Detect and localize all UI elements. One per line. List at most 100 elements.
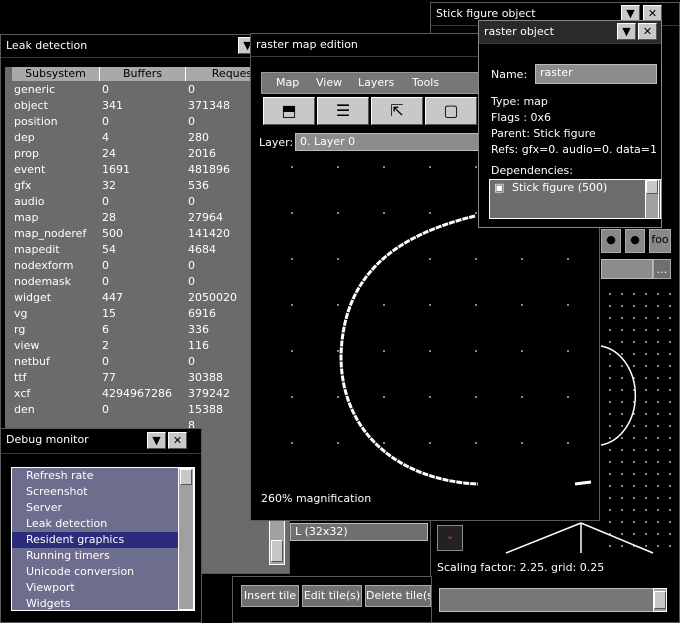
grid-dot [291, 350, 293, 352]
grid-dot [657, 485, 659, 487]
close-icon: ✕ [647, 7, 658, 20]
grid-dot [475, 396, 477, 398]
tile-list-item[interactable]: L (32x32) [295, 525, 348, 538]
stick-field[interactable] [601, 259, 653, 279]
list-item[interactable]: Refresh rate [12, 468, 194, 484]
column-header-subsystem[interactable]: Subsystem [12, 67, 100, 81]
debug-monitor-list[interactable]: Refresh rate Screenshot Server Leak detecti… [11, 467, 195, 611]
object-icon: ▣ [494, 181, 505, 194]
grid-dot [669, 401, 671, 403]
menu-view[interactable]: View [316, 76, 342, 89]
list-item[interactable]: Leak detection [12, 516, 194, 532]
cell-buffers: 32 [102, 179, 116, 192]
toolbar-button-4[interactable]: ▢ [425, 97, 477, 125]
list-item[interactable]: Widgets [12, 596, 194, 610]
cell-requests: 0 [188, 355, 195, 368]
grid-dot [633, 305, 635, 307]
menu-map[interactable]: Map [276, 76, 299, 89]
grid-dot [645, 437, 647, 439]
list-item[interactable]: Viewport [12, 580, 194, 596]
browse-button[interactable]: ... [653, 259, 671, 279]
grid-dot [657, 317, 659, 319]
circle-tool-icon: ● [606, 233, 616, 246]
stick-bottom-scroll[interactable] [653, 588, 667, 612]
chevron-down-icon: ▼ [152, 434, 161, 447]
cell-requests: 536 [188, 179, 209, 192]
insert-tile-button[interactable]: Insert tile [241, 585, 299, 607]
cell-subsystem: audio [14, 195, 45, 208]
close-button[interactable]: ✕ [168, 432, 187, 449]
grid-dot [609, 365, 611, 367]
leak-detection-titlebar[interactable]: Leak detection ▼ [1, 35, 289, 58]
debug-scrollbar[interactable] [178, 468, 194, 610]
leg-line-right [580, 522, 654, 554]
cell-subsystem: xcf [14, 387, 31, 400]
grid-dot [633, 437, 635, 439]
grid-dot [633, 509, 635, 511]
type-info: Type: map [491, 95, 548, 108]
delete-tiles-button[interactable]: Delete tile(s) [365, 585, 431, 607]
dependencies-scroll-thumb[interactable] [646, 180, 658, 194]
minimize-button[interactable]: ▼ [617, 23, 636, 40]
raster-object-window: raster object ▼ ✕ Name: raster Type: map… [478, 20, 662, 228]
list-item[interactable]: Server [12, 500, 194, 516]
edit-tiles-button[interactable]: Edit tile(s) [302, 585, 362, 607]
toolbar-button-3[interactable]: ⇱ [371, 97, 423, 125]
cell-buffers: 0 [102, 83, 109, 96]
grid-dot [337, 166, 339, 168]
grid-dot [609, 401, 611, 403]
debug-scroll-thumb[interactable] [180, 469, 192, 485]
grid-dot [475, 442, 477, 444]
close-button[interactable]: ✕ [638, 23, 657, 40]
cell-subsystem: ttf [14, 371, 27, 384]
tool-button-2[interactable]: ● [625, 229, 645, 253]
stick-bottom-field[interactable] [439, 588, 665, 612]
menu-tools[interactable]: Tools [412, 76, 439, 89]
grid-dot [645, 545, 647, 547]
dependency-item[interactable]: ▣ Stick figure (500) [490, 180, 660, 196]
tile-list[interactable]: L (32x32) [290, 523, 428, 541]
list-item[interactable]: Running timers [12, 548, 194, 564]
toolbar-button-1[interactable]: ⬒ [263, 97, 315, 125]
dependencies-list[interactable]: ▣ Stick figure (500) [489, 179, 661, 219]
minimize-button[interactable]: ▼ [147, 432, 166, 449]
grid-dot [567, 304, 569, 306]
stick-bottom-thumb[interactable] [654, 591, 666, 609]
grid-dot [657, 365, 659, 367]
grid-dot [383, 304, 385, 306]
layer-label: Layer: [259, 136, 294, 149]
grid-dot [645, 353, 647, 355]
grid-dot [609, 305, 611, 307]
list-item[interactable]: Resident graphics [12, 532, 194, 548]
dependencies-scrollbar[interactable] [645, 179, 659, 219]
leak-detection-title: Leak detection [6, 39, 88, 52]
grid-dot [669, 425, 671, 427]
list-item[interactable]: Screenshot [12, 484, 194, 500]
circle-arc-shape [600, 345, 637, 446]
leak-scroll-thumb[interactable] [271, 540, 283, 562]
tool-button-1[interactable]: ● [601, 229, 621, 253]
origin-tool-button[interactable]: ⌄ [437, 525, 463, 551]
grid-dot [291, 258, 293, 260]
tool-button-foo[interactable]: foo [649, 229, 671, 253]
menu-layers[interactable]: Layers [358, 76, 394, 89]
column-header-buffers[interactable]: Buffers [100, 67, 186, 81]
grid-dot [645, 341, 647, 343]
grid-dot [291, 396, 293, 398]
grid-dot [429, 166, 431, 168]
layer-selector[interactable]: 0. Layer 0 [295, 133, 481, 151]
grid-dot [669, 509, 671, 511]
raster-object-titlebar[interactable]: raster object ▼ ✕ [479, 21, 661, 44]
grid-dot [621, 497, 623, 499]
grid-dot [521, 304, 523, 306]
cell-subsystem: map_noderef [14, 227, 87, 240]
debug-monitor-titlebar[interactable]: Debug monitor ▼ ✕ [1, 429, 201, 454]
grid-dot [657, 305, 659, 307]
grid-dot [609, 521, 611, 523]
resize-tool-icon: ▢ [443, 101, 459, 120]
cell-subsystem: map [14, 211, 39, 224]
list-item[interactable]: Unicode conversion [12, 564, 194, 580]
toolbar-button-2[interactable]: ☰ [317, 97, 369, 125]
name-field[interactable]: raster [535, 64, 657, 84]
cell-subsystem: nodexform [14, 259, 74, 272]
